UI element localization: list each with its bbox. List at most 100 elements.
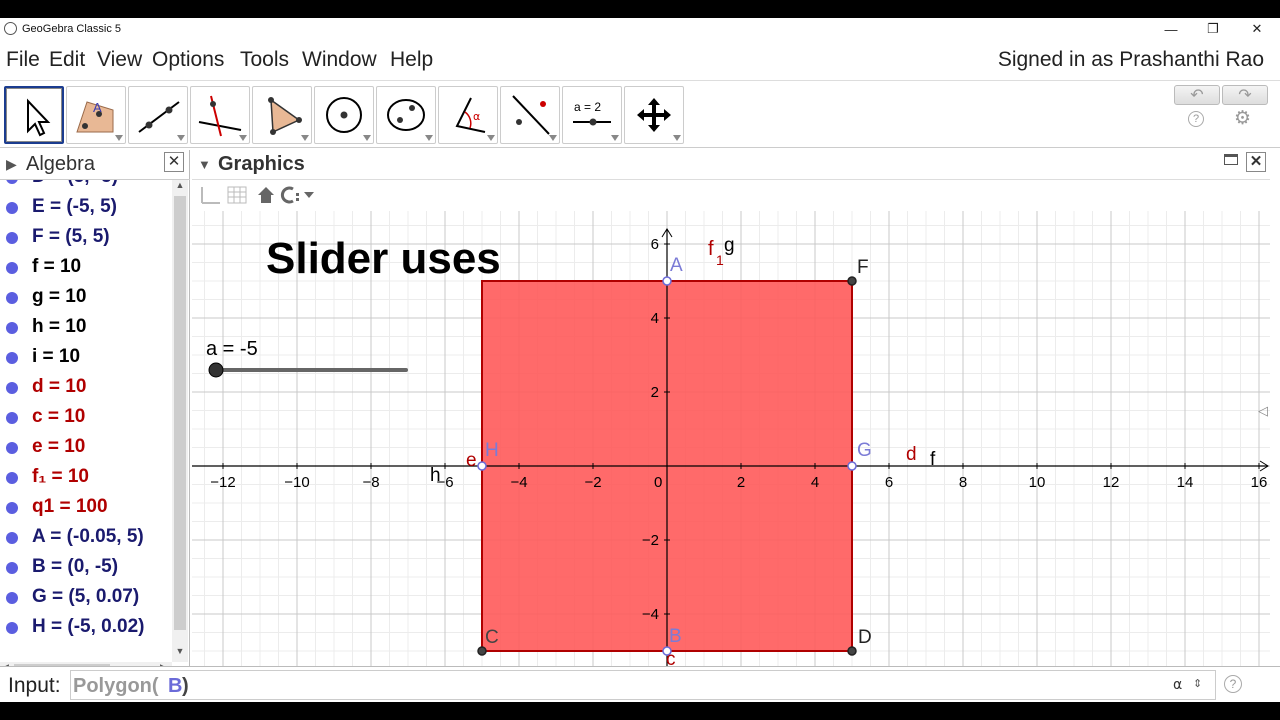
list-item[interactable]: e = 10 xyxy=(0,432,172,462)
scroll-up-arrow-icon[interactable]: ▲ xyxy=(172,180,188,194)
point-a[interactable] xyxy=(662,276,672,286)
signed-in-label[interactable]: Signed in as Prashanthi Rao xyxy=(998,48,1264,72)
visibility-toggle[interactable] xyxy=(6,382,18,394)
title-bar: GeoGebra Classic 5 — ❐ ✕ xyxy=(0,18,1280,40)
point-capture-icon[interactable] xyxy=(280,186,299,204)
visibility-toggle[interactable] xyxy=(6,202,18,214)
visibility-toggle[interactable] xyxy=(6,412,18,424)
geogebra-logo-icon xyxy=(4,22,17,35)
settings-gear-icon[interactable]: ⚙ xyxy=(1234,107,1251,129)
line-tool-button[interactable] xyxy=(128,86,188,144)
graphics-canvas[interactable]: −12 −10 −8 −6 −4 −2 0 2 4 6 8 10 12 14 16 −4−2246 A FGH… xyxy=(192,211,1270,676)
list-item[interactable]: D = (5, -5) xyxy=(0,180,172,192)
list-item[interactable]: B = (0, -5) xyxy=(0,552,172,582)
angle-tool-button[interactable]: α xyxy=(438,86,498,144)
perpendicular-line-tool-button[interactable] xyxy=(190,86,250,144)
list-item[interactable]: d = 10 xyxy=(0,372,172,402)
slider-knob[interactable] xyxy=(208,362,224,378)
polygon-icon xyxy=(268,97,302,135)
circle-tool-button[interactable] xyxy=(314,86,374,144)
visibility-toggle[interactable] xyxy=(6,262,18,274)
x-tick-label: 8 xyxy=(959,474,967,491)
visibility-toggle[interactable] xyxy=(6,472,18,484)
menu-window[interactable]: Window xyxy=(302,48,377,72)
point-f[interactable] xyxy=(847,276,857,286)
x-tick-label: −8 xyxy=(362,474,379,491)
x-tick-label: −12 xyxy=(210,474,235,491)
collapse-triangle-icon[interactable]: ▼ xyxy=(198,157,211,172)
list-item[interactable]: H = (-5, 0.02) xyxy=(0,612,172,642)
graphics-view[interactable]: −12 −10 −8 −6 −4 −2 0 2 4 6 8 10 12 14 16 −4 −2 2 4 6 AFGH… xyxy=(192,211,1270,676)
slider-tool-button[interactable]: a = 2 xyxy=(562,86,622,144)
move-graphics-tool-button[interactable] xyxy=(624,86,684,144)
algebra-vertical-scrollbar[interactable]: ▲ ▼ xyxy=(172,180,188,662)
alpha-keyboard-icon[interactable]: α xyxy=(1173,677,1182,693)
menu-help[interactable]: Help xyxy=(390,48,433,72)
slider-label[interactable]: a = -5 xyxy=(206,338,258,360)
visibility-toggle[interactable] xyxy=(6,180,18,184)
dropdown-triangle-icon[interactable] xyxy=(304,192,314,198)
point-g[interactable] xyxy=(847,461,857,471)
help-icon[interactable]: ? xyxy=(1188,111,1204,127)
list-item[interactable]: h = 10 xyxy=(0,312,172,342)
list-item[interactable]: c = 10 xyxy=(0,402,172,432)
scroll-down-arrow-icon[interactable]: ▼ xyxy=(172,646,188,660)
close-graphics-icon[interactable]: ✕ xyxy=(1246,152,1266,172)
close-algebra-icon[interactable]: ✕ xyxy=(164,152,184,172)
list-item[interactable]: q1 = 100 xyxy=(0,492,172,522)
scrollbar-thumb[interactable] xyxy=(174,196,186,630)
list-item[interactable]: A = (-0.05, 5) xyxy=(0,522,172,552)
visibility-toggle[interactable] xyxy=(6,292,18,304)
list-item[interactable]: g = 10 xyxy=(0,282,172,312)
side-panel-arrow-icon[interactable]: ◁ xyxy=(1258,403,1268,418)
undo-button[interactable]: ↶ xyxy=(1174,85,1220,105)
move-tool-button[interactable] xyxy=(4,86,64,144)
visibility-toggle[interactable] xyxy=(6,622,18,634)
grid-toggle-icon[interactable] xyxy=(227,186,247,204)
input-help-icon[interactable]: ? xyxy=(1224,675,1242,693)
undock-icon[interactable] xyxy=(1224,154,1238,165)
visibility-toggle[interactable] xyxy=(6,532,18,544)
point-on-object-icon: A xyxy=(76,100,114,133)
x-tick-label: −10 xyxy=(284,474,309,491)
conic-tool-button[interactable] xyxy=(376,86,436,144)
point-tool-button[interactable]: A xyxy=(66,86,126,144)
visibility-toggle[interactable] xyxy=(6,592,18,604)
menu-tools[interactable]: Tools xyxy=(240,48,289,72)
axes-toggle-icon[interactable] xyxy=(201,187,220,204)
visibility-toggle[interactable] xyxy=(6,442,18,454)
menu-file[interactable]: File xyxy=(6,48,40,72)
home-icon[interactable] xyxy=(258,187,274,203)
slider-uses-heading[interactable]: Slider uses xyxy=(266,234,501,283)
list-item[interactable]: F = (5, 5) xyxy=(0,222,172,252)
point-d[interactable] xyxy=(847,646,857,656)
input-field[interactable]: Polygon( B ) α ⇕ xyxy=(70,670,1216,700)
expand-triangle-icon[interactable]: ▶ xyxy=(6,156,17,173)
list-item[interactable]: E = (-5, 5) xyxy=(0,192,172,222)
restore-button[interactable]: ❐ xyxy=(1190,18,1236,40)
menu-options[interactable]: Options xyxy=(152,48,224,72)
menu-edit[interactable]: Edit xyxy=(49,48,85,72)
list-item[interactable]: G = (5, 0.07) xyxy=(0,582,172,612)
polygon-tool-button[interactable] xyxy=(252,86,312,144)
list-item[interactable]: f = 10 xyxy=(0,252,172,282)
algebra-title: Algebra xyxy=(26,153,95,175)
close-window-button[interactable]: ✕ xyxy=(1234,18,1280,40)
visibility-toggle[interactable] xyxy=(6,352,18,364)
minimize-button[interactable]: — xyxy=(1148,18,1194,40)
list-item[interactable]: i = 10 xyxy=(0,342,172,372)
redo-button[interactable]: ↷ xyxy=(1222,85,1268,105)
list-item[interactable]: f₁ = 10 xyxy=(0,462,172,492)
point-h[interactable] xyxy=(477,461,487,471)
y-tick-label: −4 xyxy=(642,606,659,623)
ellipse-icon xyxy=(387,99,425,131)
menu-bar: File Edit View Options Tools Window Help… xyxy=(0,42,1280,78)
visibility-toggle[interactable] xyxy=(6,322,18,334)
visibility-toggle[interactable] xyxy=(6,502,18,514)
reflect-tool-button[interactable] xyxy=(500,86,560,144)
menu-view[interactable]: View xyxy=(97,48,142,72)
visibility-toggle[interactable] xyxy=(6,232,18,244)
point-c[interactable] xyxy=(477,646,487,656)
visibility-toggle[interactable] xyxy=(6,562,18,574)
up-down-arrow-icon[interactable]: ⇕ xyxy=(1193,677,1202,690)
